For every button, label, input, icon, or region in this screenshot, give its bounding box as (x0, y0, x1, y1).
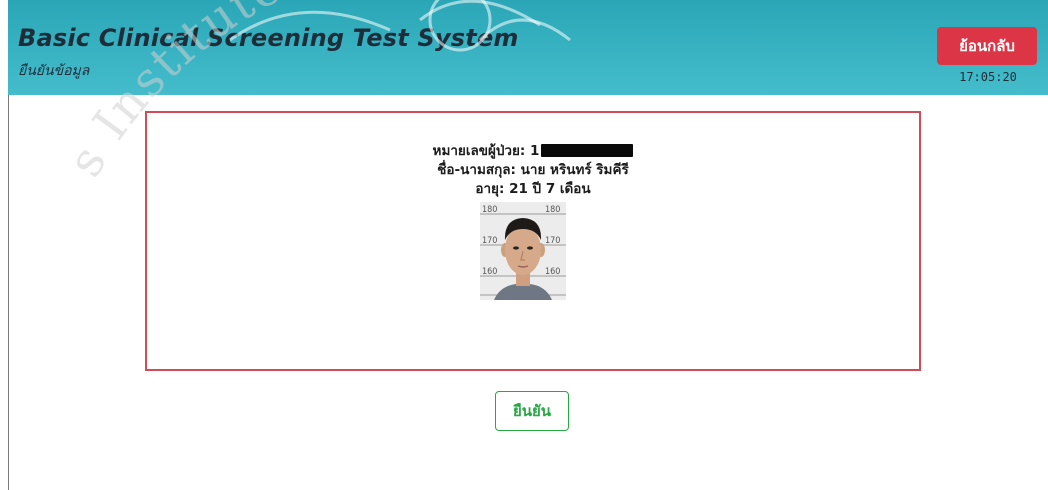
patient-id-label: หมายเลขผู้ป่วย: (432, 143, 526, 159)
back-button[interactable]: ย้อนกลับ (937, 27, 1037, 65)
patient-name-value: นาย หรินทร์ ริมคีรี (520, 162, 629, 178)
scale-tick-160-left: 160 (482, 267, 497, 277)
scale-tick-170-left: 170 (482, 236, 497, 246)
redaction-block (541, 144, 634, 157)
patient-info-box: หมายเลขผู้ป่วย: 1 ชื่อ-นามสกุล: นาย หริน… (145, 111, 921, 371)
patient-id-value: 1 (530, 143, 540, 159)
patient-name-label: ชื่อ-นามสกุล: (437, 162, 516, 178)
scale-tick-170-right: 170 (545, 236, 560, 246)
app-title: Basic Clinical Screening Test System (18, 24, 519, 52)
scale-tick-160-right: 160 (545, 267, 560, 277)
left-border (8, 95, 9, 490)
confirm-button[interactable]: ยืนยัน (495, 391, 569, 431)
patient-age-line: อายุ: 21 ปี 7 เดือน (147, 177, 919, 199)
scale-tick-180-right: 180 (545, 205, 560, 215)
patient-age-label: อายุ: (475, 181, 505, 197)
patient-age-value: 21 ปี 7 เดือน (509, 181, 591, 197)
page: Basic Clinical Screening Test System ยืน… (0, 0, 1048, 490)
patient-photo: 180 180 170 170 160 160 (480, 202, 566, 300)
clock: 17:05:20 (959, 70, 1017, 84)
scale-tick-180-left: 180 (482, 205, 497, 215)
page-subtitle: ยืนยันข้อมูล (18, 63, 90, 79)
header-bar: Basic Clinical Screening Test System ยืน… (8, 0, 1048, 95)
